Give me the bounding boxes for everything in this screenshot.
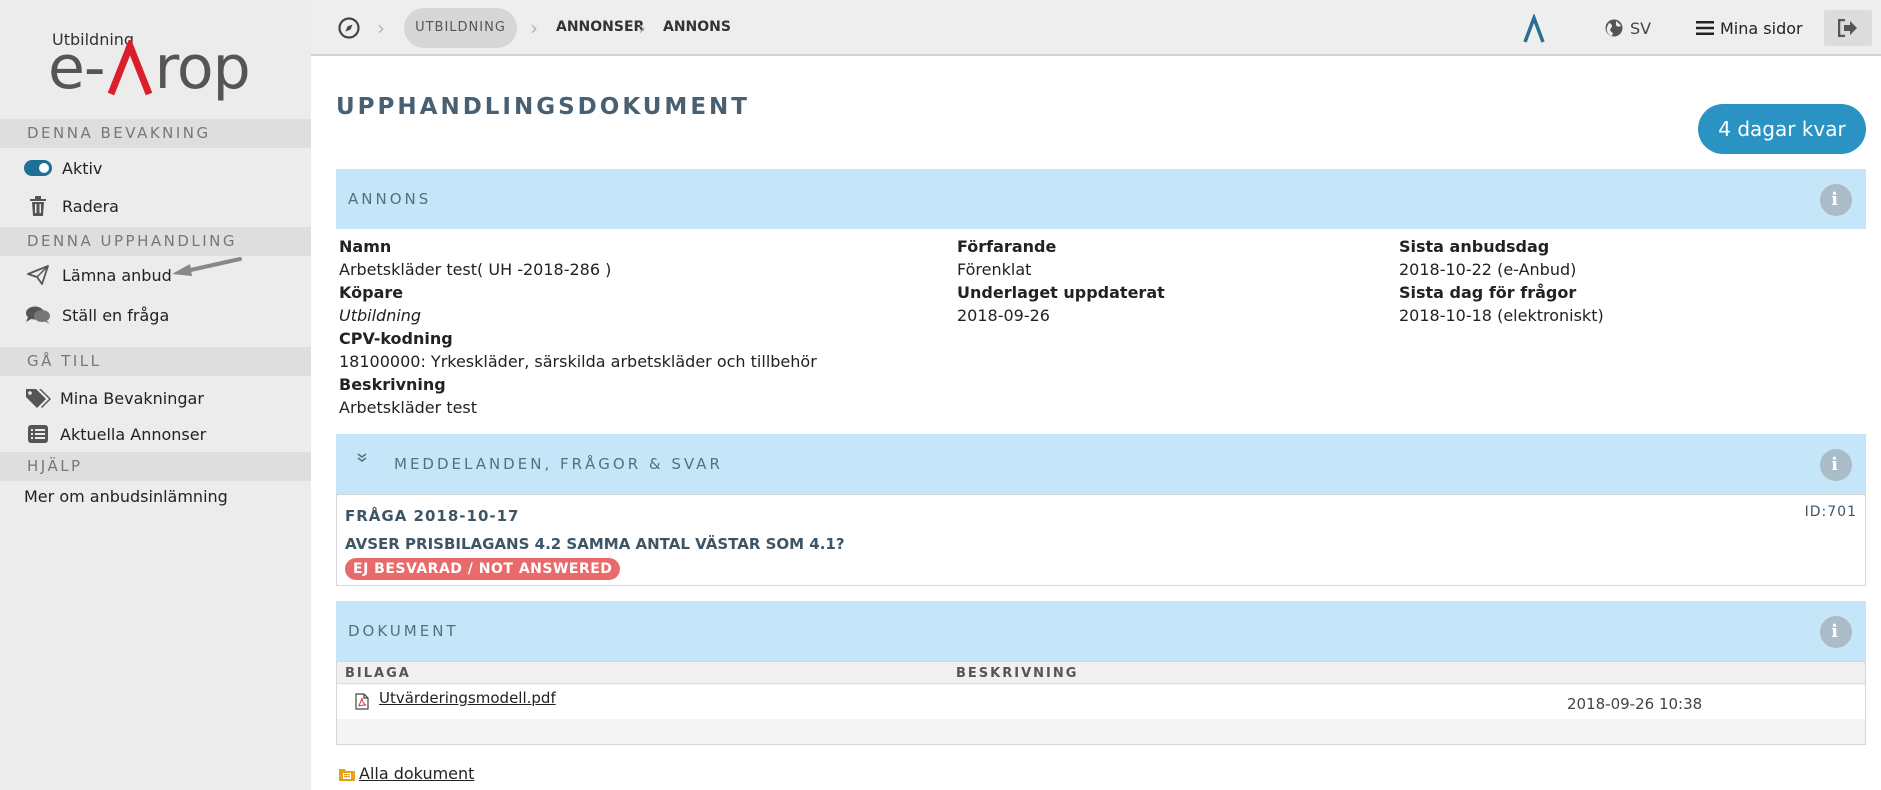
folder-archive-icon [339,768,355,781]
field-label-beskrivning: Beskrivning [339,375,446,394]
sidebar-item-label: Ställ en fråga [62,305,170,325]
question-item: FRÅGA 2018-10-17 ID:701 AVSER PRISBILAGA… [336,494,1866,586]
column-header-bilaga: BILAGA [345,666,411,681]
documents-table: BILAGA BESKRIVNING Utvärderingsmodell.pd… [336,661,1866,745]
menu-mina-sidor[interactable]: Mina sidor [1696,17,1803,39]
documents-panel-title: DOKUMENT [348,622,459,640]
toggle-icon[interactable] [24,157,52,179]
question-id: ID:701 [1804,504,1857,520]
sidebar-item-label: Mina Bevakningar [60,388,204,408]
annons-panel-header: ANNONS i [336,169,1866,229]
logo-lambda-icon [107,40,152,96]
sidebar: Utbildning e- rop DENNA BEVAKNING Aktiv … [0,0,311,790]
document-link[interactable]: Utvärderingsmodell.pdf [379,689,556,707]
sidebar-item-label: Lämna anbud [62,265,172,285]
messages-panel-title: MEDDELANDEN, FRÅGOR & SVAR [394,455,723,473]
hamburger-icon [1696,21,1714,35]
top-bar: › UTBILDNING › ANNONSER › ANNONS SV Mina… [311,0,1881,56]
language-label: SV [1630,18,1652,38]
breadcrumb-annons: ANNONS [663,19,731,35]
table-header-row: BILAGA BESKRIVNING [337,662,1865,684]
sidebar-section-hjalp: HJÄLP [0,452,311,481]
days-left-badge[interactable]: 4 dagar kvar [1698,104,1866,154]
pointer-arrow-icon [172,257,242,276]
sidebar-section-ga-till: GÅ TILL [0,347,311,376]
pdf-file-icon [355,693,369,710]
language-selector[interactable]: SV [1605,17,1651,39]
documents-panel-header: DOKUMENT i [336,601,1866,661]
all-documents-label: Alla dokument [359,764,475,783]
field-label-uppdaterat: Underlaget uppdaterat [957,283,1165,302]
logo[interactable]: Utbildning e- rop [48,28,288,98]
status-badge: EJ BESVARAD / NOT ANSWERED [345,558,621,580]
field-value-beskrivning: Arbetskläder test [339,398,478,417]
sidebar-item-label: Aktuella Annonser [60,424,207,444]
info-icon[interactable]: i [1820,616,1852,648]
globe-icon [1605,19,1623,37]
chevron-right-icon: › [530,16,538,40]
compass-icon[interactable] [338,17,360,39]
question-text: AVSER PRISBILAGANS 4.2 SAMMA ANTAL VÄSTA… [345,535,845,553]
sidebar-item-label: Radera [62,196,119,216]
field-label-forfarande: Förfarande [957,237,1057,256]
logo-text-left: e- [48,33,106,103]
field-label-kopare: Köpare [339,283,404,302]
field-value-anbudsdag: 2018-10-22 (e-Anbud) [1399,260,1577,279]
info-icon[interactable]: i [1820,449,1852,481]
sidebar-item-mina-bevakningar[interactable]: Mina Bevakningar [0,379,311,417]
sidebar-section-upphandling: DENNA UPPHANDLING [0,227,311,256]
page-title: UPPHANDLINGSDOKUMENT [336,94,750,120]
trash-icon [24,195,52,217]
sidebar-item-stall-fraga[interactable]: Ställ en fråga [0,296,311,334]
menu-label: Mina sidor [1720,18,1803,38]
question-date: FRÅGA 2018-10-17 [345,507,520,525]
breadcrumb-utbildning[interactable]: UTBILDNING [404,8,517,48]
field-value-namn: Arbetskläder test( UH -2018-286 ) [339,260,612,279]
column-header-beskrivning: BESKRIVNING [956,666,1079,681]
sidebar-item-aktuella-annonser[interactable]: Aktuella Annonser [0,415,311,453]
field-label-namn: Namn [339,237,392,256]
logo-wordmark: e- rop [48,33,251,103]
field-value-forfarande: Förenklat [957,260,1032,279]
logout-button[interactable] [1824,10,1872,46]
sidebar-item-label: Aktiv [62,158,103,178]
list-icon [24,423,52,445]
field-value-kopare: Utbildning [339,306,422,325]
sidebar-item-aktiv[interactable]: Aktiv [0,149,311,187]
breadcrumb-annonser[interactable]: ANNONSER [556,19,644,35]
sidebar-item-lamna-anbud[interactable]: Lämna anbud [0,256,311,294]
chevron-double-down-icon[interactable] [356,452,368,464]
lambda-logo-icon[interactable] [1522,14,1546,44]
field-label-cpv: CPV-kodning [339,329,453,348]
chevron-right-icon: › [377,16,385,40]
info-icon[interactable]: i [1820,184,1852,216]
tags-icon [24,387,52,409]
chat-bubbles-icon [24,304,52,326]
field-value-cpv: 18100000: Yrkeskläder, särskilda arbetsk… [339,352,817,371]
annons-panel-title: ANNONS [348,190,432,208]
app-window: Utbildning e- rop DENNA BEVAKNING Aktiv … [0,0,1881,790]
document-date: 2018-09-26 10:38 [1567,695,1703,713]
sidebar-item-radera[interactable]: Radera [0,187,311,225]
messages-panel-header[interactable]: MEDDELANDEN, FRÅGOR & SVAR i [336,434,1866,494]
field-value-fragor: 2018-10-18 (elektroniskt) [1399,306,1604,325]
all-documents-link[interactable]: Alla dokument [339,764,474,783]
field-label-anbudsdag: Sista anbudsdag [1399,237,1550,256]
help-link-anbudsinlamning[interactable]: Mer om anbudsinlämning [24,487,228,506]
chevron-right-icon: › [638,16,646,40]
table-row: Utvärderingsmodell.pdf 2018-09-26 10:38 [337,685,1865,719]
logout-icon [1838,19,1857,37]
sidebar-section-bevakning: DENNA BEVAKNING [0,119,311,148]
field-label-fragor: Sista dag för frågor [1399,283,1577,302]
field-value-uppdaterat: 2018-09-26 [957,306,1050,325]
paper-plane-icon [24,264,52,286]
logo-text-right: rop [154,33,251,103]
